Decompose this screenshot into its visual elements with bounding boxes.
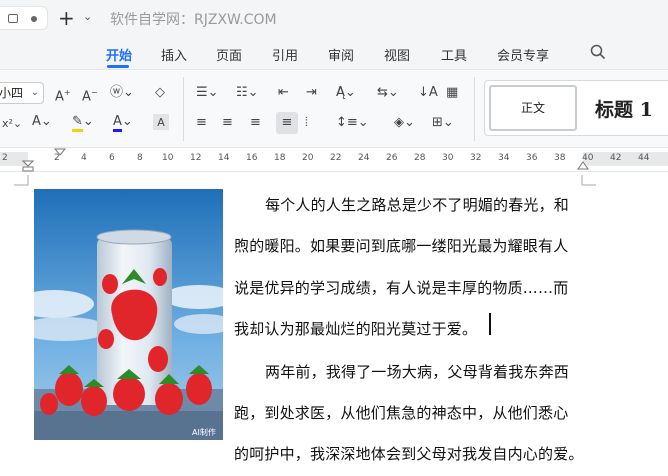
ruler-tick: 12 <box>190 153 202 163</box>
ruler-tick: 42 <box>610 153 622 163</box>
font-size-select[interactable]: 小四 ⌄ <box>0 82 44 104</box>
new-tab-button[interactable]: + <box>58 6 75 30</box>
corner-mark-right <box>581 175 596 186</box>
ruler-tick: 2 <box>2 153 8 163</box>
line-break-icon[interactable]: ⇆⌄ <box>377 84 399 102</box>
window-icon <box>8 14 18 23</box>
increase-indent-icon[interactable]: ⇥ <box>306 84 317 102</box>
highlight-icon[interactable]: ✎⌄ <box>72 113 94 132</box>
tab-view[interactable]: 视图 <box>384 45 410 64</box>
decrease-indent-icon[interactable]: ⇤ <box>278 84 289 102</box>
ruler-tick: 6 <box>109 153 115 163</box>
justify-icon[interactable]: ≡ <box>276 112 298 134</box>
new-tab-dropdown-icon[interactable]: ⌄ <box>83 10 92 23</box>
document-page[interactable]: AI制作 每个人的人生之路总是少不了明媚的春光，和 煦的暖阳。如果要问到底哪一缕… <box>0 173 668 476</box>
ruler-tick: 18 <box>274 153 286 163</box>
distributed-align-icon[interactable]: ⦙ <box>305 114 308 132</box>
search-icon[interactable] <box>590 44 606 60</box>
corner-mark-left <box>14 175 29 186</box>
tab-home[interactable]: 开始 <box>106 45 132 64</box>
right-indent-marker[interactable] <box>577 160 589 170</box>
ruler-tick: 20 <box>302 153 314 163</box>
site-watermark-text: 软件自学网：RJZXW.COM <box>110 12 277 28</box>
paragraph-line: 说是优异的学习成绩，有人说是丰厚的物质……而 <box>234 279 569 297</box>
paragraph-line: 的呵护中，我深深地体会到父母对我发自内心的爱。 <box>234 445 584 463</box>
style-heading1-button[interactable]: 标题 1 <box>595 95 653 122</box>
ruler-tick: 14 <box>218 153 230 163</box>
title-bar: + ⌄ 软件自学网：RJZXW.COM <box>0 0 668 36</box>
first-line-indent-marker[interactable] <box>54 148 66 156</box>
align-center-icon[interactable]: ≡ <box>222 114 233 132</box>
font-size-value: 小四 <box>0 86 24 100</box>
paragraph-line: 两年前，我得了一场大病，父母背着我东奔西 <box>265 363 570 381</box>
sort-icon[interactable]: ↓A <box>418 84 438 102</box>
ruler-tick: 26 <box>386 153 398 163</box>
text-cursor <box>489 313 491 335</box>
ruler-tick: 36 <box>526 153 538 163</box>
ruler-tick: 34 <box>498 153 510 163</box>
image-watermark: AI制作 <box>192 427 216 437</box>
style-normal-button[interactable]: 正文 <box>489 85 577 131</box>
tab-references[interactable]: 引用 <box>272 45 298 64</box>
paragraph-line: 煦的暖阳。如果要问到底哪一缕阳光最为耀眼有人 <box>234 237 569 255</box>
ruler-tick: 24 <box>358 153 370 163</box>
horizontal-ruler[interactable]: 2 2 4 6 8 10 12 14 16 18 20 22 24 26 28 … <box>0 148 668 172</box>
ruler-tick: 10 <box>162 153 174 163</box>
paragraph-line: 我却认为那最灿烂的阳光莫过于爱。 <box>234 320 478 338</box>
clear-format-icon[interactable]: ◇ <box>155 84 165 102</box>
numbered-list-icon[interactable]: ☷⌄ <box>236 84 259 102</box>
window-tab[interactable] <box>0 6 48 30</box>
increase-font-size-icon[interactable]: A+ <box>55 84 71 106</box>
bullet-list-icon[interactable]: ☰⌄ <box>196 84 219 102</box>
ruler-tick: 38 <box>554 153 566 163</box>
tab-insert[interactable]: 插入 <box>161 45 187 64</box>
left-indent-marker[interactable] <box>22 160 34 172</box>
divider <box>183 77 184 141</box>
tab-membership[interactable]: 会员专享 <box>497 45 549 64</box>
ruler-tick: 22 <box>330 153 342 163</box>
ruler-tick: 16 <box>246 153 258 163</box>
menu-bar: 开始 插入 页面 引用 审阅 视图 工具 会员专享 <box>0 36 668 70</box>
superscript-icon[interactable]: x²⌄ <box>2 115 22 133</box>
divider <box>474 77 475 141</box>
character-shading-icon[interactable]: A <box>153 114 169 130</box>
align-left-icon[interactable]: ≡ <box>196 114 207 132</box>
borders-icon[interactable]: ⊞⌄ <box>432 114 454 132</box>
ruler-tick: 4 <box>81 153 87 163</box>
tab-tools[interactable]: 工具 <box>441 45 467 64</box>
paragraph-line: 跑，到处求医，从他们焦急的神态中，从他们悉心 <box>234 404 569 422</box>
ruler-tick: 28 <box>414 153 426 163</box>
style-gallery: 正文 标题 1 <box>484 80 668 136</box>
ruler-tick: 30 <box>442 153 454 163</box>
tab-page[interactable]: 页面 <box>216 45 242 64</box>
table-grid-icon[interactable]: ▦ <box>446 84 458 102</box>
line-spacing-icon[interactable]: ↕≡⌄ <box>336 114 369 132</box>
text-direction-icon[interactable]: Ą⌄ <box>336 84 356 102</box>
align-right-icon[interactable]: ≡ <box>250 114 261 132</box>
ruler-tick: 32 <box>470 153 482 163</box>
tab-review[interactable]: 审阅 <box>328 45 354 64</box>
strawberry-can-image[interactable]: AI制作 <box>34 189 223 440</box>
chevron-down-icon: ⌄ <box>30 87 39 98</box>
ruler-margin-right <box>583 152 668 166</box>
tab-dot-icon <box>31 16 37 22</box>
ribbon-toolbar: 小四 ⌄ A+ A− ⓦ⌄ ◇ x²⌄ A⌄ ✎⌄ A⌄ A ☰⌄ ☷⌄ ⇤ ⇥… <box>0 71 668 148</box>
text-effect-icon[interactable]: A⌄ <box>32 113 52 131</box>
phonetic-guide-icon[interactable]: ⓦ⌄ <box>110 84 134 102</box>
ruler-tick: 8 <box>137 153 143 163</box>
paragraph-line: 每个人的人生之路总是少不了明媚的春光，和 <box>265 196 570 214</box>
ruler-tick: 44 <box>638 153 650 163</box>
decrease-font-size-icon[interactable]: A− <box>82 84 98 106</box>
font-color-icon[interactable]: A⌄ <box>113 113 133 132</box>
active-tab-indicator <box>107 65 129 68</box>
paragraph-shading-icon[interactable]: ◈⌄ <box>394 114 415 132</box>
